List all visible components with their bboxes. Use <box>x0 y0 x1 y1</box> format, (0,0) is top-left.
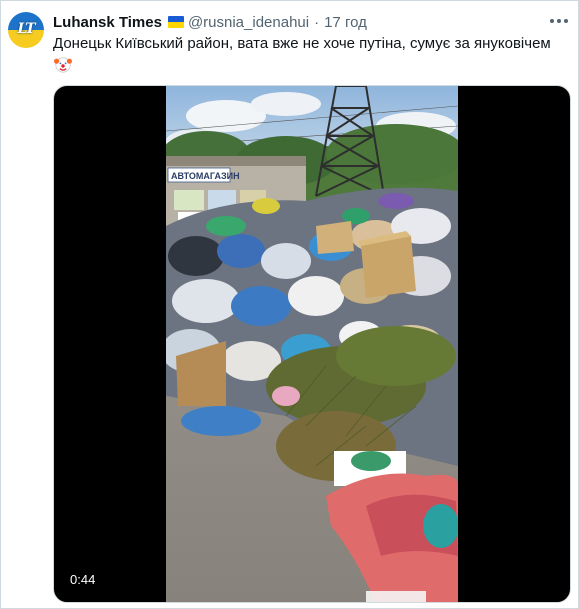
video-frame: АВТОМАГАЗИН <box>166 86 458 602</box>
tweet-text: Донецьк Київський район, вата вже не хоч… <box>53 35 551 52</box>
separator-dot: · <box>314 13 320 31</box>
account-name[interactable]: Luhansk Times <box>53 14 162 31</box>
more-dot <box>550 19 554 23</box>
video-duration: 0:44 <box>64 570 102 589</box>
avatar-logo-text: LT <box>17 21 35 37</box>
flag-yellow-stripe <box>167 22 184 28</box>
clown-face-icon <box>54 57 72 73</box>
tweet-header: Luhansk Times @rusnia_idenahui · 17 год <box>53 12 367 32</box>
account-handle[interactable]: @rusnia_idenahui <box>188 14 309 31</box>
tweet-timestamp[interactable]: 17 год <box>324 14 367 31</box>
shop-sign: АВТОМАГАЗИН <box>171 171 240 181</box>
ukraine-flag-icon <box>167 16 184 28</box>
more-dot <box>564 19 568 23</box>
more-dot <box>557 19 561 23</box>
video-frame-image: АВТОМАГАЗИН <box>166 86 458 602</box>
video-player[interactable]: АВТОМАГАЗИН 0:44 <box>53 85 571 603</box>
avatar[interactable]: LT <box>8 12 44 48</box>
more-options-icon[interactable] <box>550 13 568 29</box>
tweet-card[interactable]: LT Luhansk Times @rusnia_idenahui · 17 г… <box>0 0 579 609</box>
